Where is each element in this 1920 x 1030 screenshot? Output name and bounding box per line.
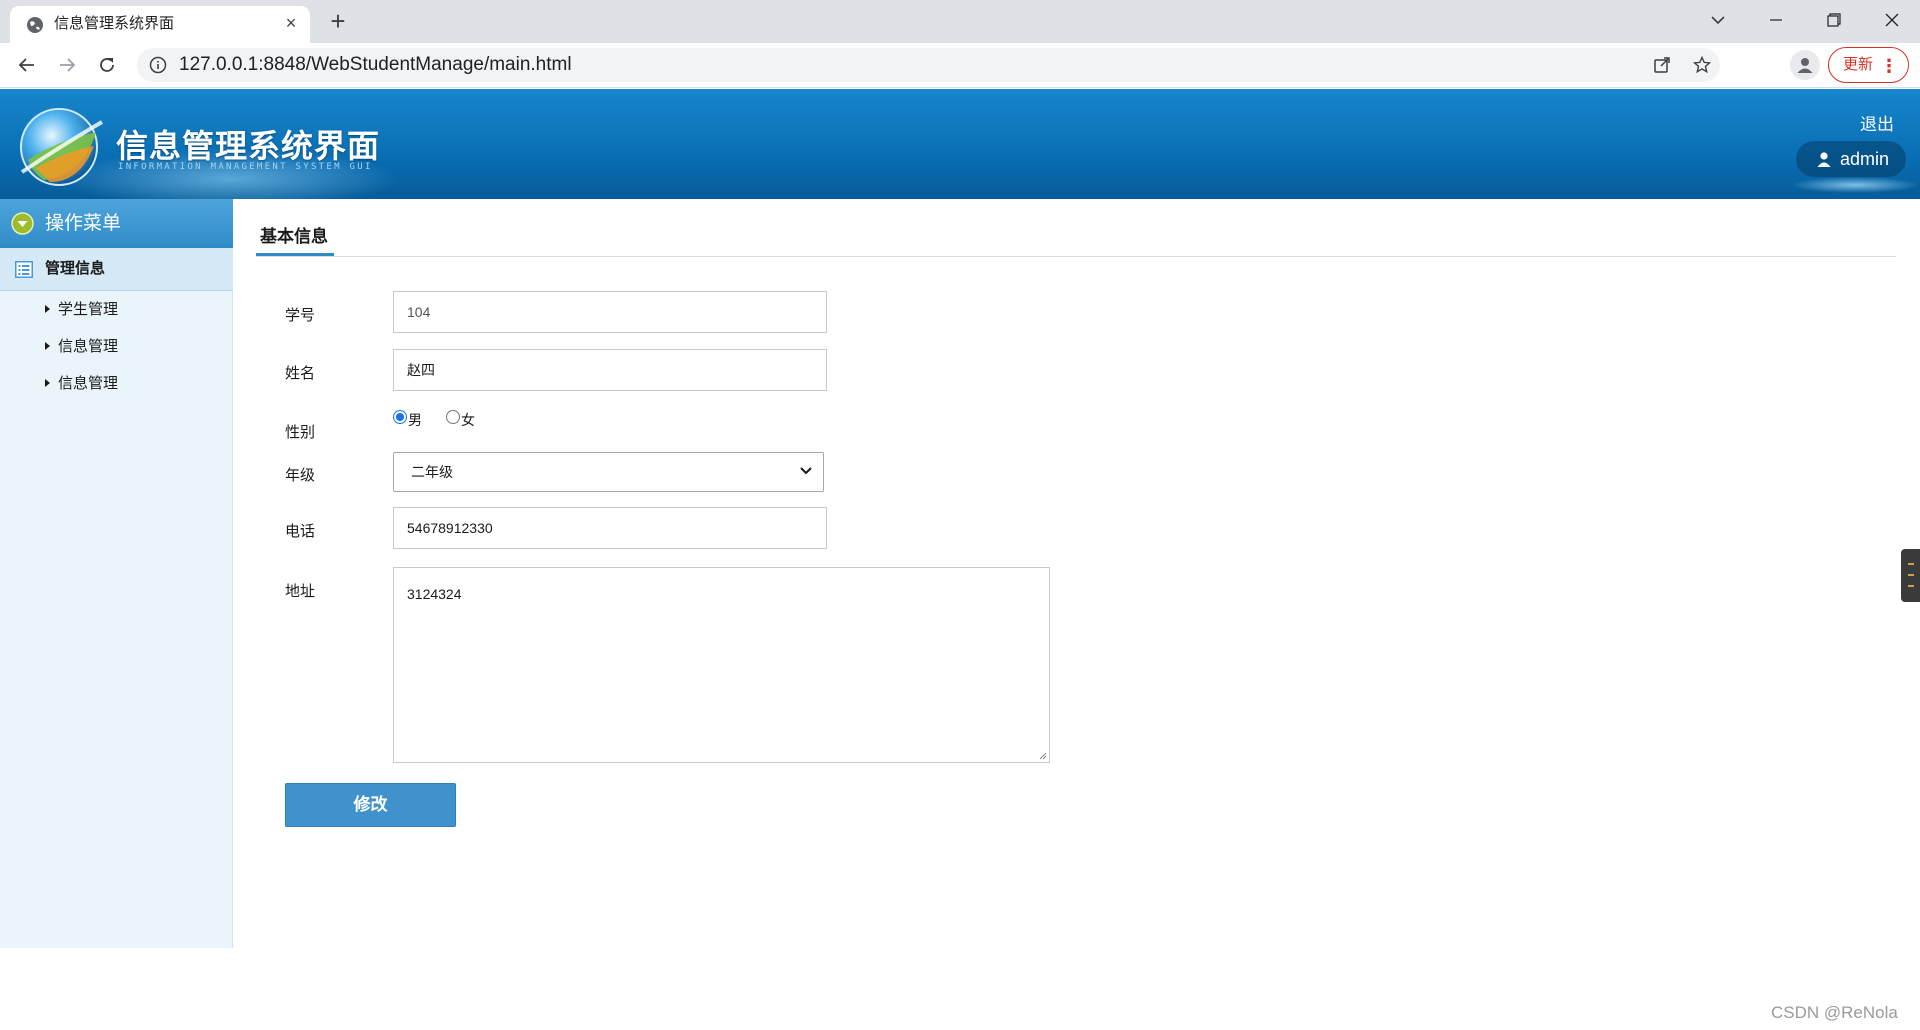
new-tab-button[interactable]: + [324, 8, 352, 36]
address-label: 地址 [285, 583, 316, 600]
gender-male-radio[interactable] [393, 410, 407, 424]
resize-grip-icon[interactable] [1037, 750, 1047, 760]
globe-logo-icon [20, 108, 104, 186]
sidebar-header[interactable]: 操作菜单 [0, 199, 233, 248]
list-icon [15, 261, 33, 278]
grade-select[interactable]: 二年级 [393, 452, 824, 492]
username: admin [1840, 149, 1890, 169]
sidebar-item-student-manage[interactable]: 学生管理 [45, 300, 118, 320]
back-arrow-icon[interactable] [12, 50, 42, 80]
student-id-input[interactable]: 104 [393, 291, 827, 333]
update-button[interactable]: 更新 ⋮ [1828, 47, 1909, 83]
student-id-label: 学号 [285, 307, 316, 324]
sidebar-item-info-manage-2[interactable]: 信息管理 [45, 374, 118, 394]
bookmark-star-icon[interactable] [1693, 56, 1711, 74]
restore-icon[interactable] [1806, 0, 1862, 40]
address-value: 3124324 [407, 586, 462, 602]
side-scroll-handle[interactable] [1901, 549, 1920, 602]
profile-avatar-icon[interactable] [1790, 50, 1820, 80]
brand-title: 信息管理系统界面 [116, 128, 381, 164]
gender-label: 性别 [285, 424, 316, 441]
gender-male-label[interactable]: 男 [408, 410, 422, 430]
browser-tab[interactable]: 信息管理系统界面 × [10, 6, 310, 43]
update-label: 更新 [1843, 56, 1874, 73]
tab-divider [256, 256, 1896, 257]
menu-toggle-icon [11, 212, 34, 235]
caret-right-icon [45, 305, 50, 313]
share-icon[interactable] [1653, 56, 1671, 74]
app-header: 信息管理系统界面 INFORMATION MANAGEMENT SYSTEM G… [0, 89, 1920, 199]
user-icon [1817, 152, 1831, 167]
sidebar-group-label: 管理信息 [45, 260, 106, 277]
sidebar: 操作菜单 管理信息 学生管理 信息管理 信息管理 [0, 199, 233, 948]
sidebar-item-label: 信息管理 [58, 375, 119, 392]
brand-subtitle: INFORMATION MANAGEMENT SYSTEM GUI [118, 162, 373, 172]
sidebar-item-info-manage[interactable]: 信息管理 [45, 337, 118, 357]
browser-toolbar: 127.0.0.1:8848/WebStudentManage/main.htm… [0, 43, 1920, 88]
tab-search-chevron-icon[interactable] [1690, 0, 1746, 40]
site-info-icon[interactable] [149, 56, 167, 74]
user-badge[interactable]: admin [1796, 141, 1906, 177]
sidebar-item-label: 学生管理 [58, 301, 119, 318]
window-close-icon[interactable] [1864, 0, 1920, 40]
name-label: 姓名 [285, 365, 316, 382]
phone-input[interactable]: 54678912330 [393, 507, 827, 549]
modify-button[interactable]: 修改 [285, 783, 456, 827]
address-textarea[interactable]: 3124324 [393, 567, 1050, 763]
gender-female-radio[interactable] [446, 410, 460, 424]
sidebar-heading: 操作菜单 [45, 213, 122, 234]
chevron-down-icon [800, 467, 812, 475]
tab-basic-info[interactable]: 基本信息 [260, 222, 328, 247]
caret-right-icon [45, 342, 50, 350]
grade-label: 年级 [285, 467, 316, 484]
badge-glow-decoration [1790, 177, 1920, 193]
name-input[interactable]: 赵四 [393, 349, 827, 391]
phone-label: 电话 [285, 523, 316, 540]
menu-dots-icon[interactable]: ⋮ [1880, 50, 1898, 83]
grade-selected-value: 二年级 [411, 464, 453, 480]
watermark: CSDN @ReNola [1771, 1003, 1898, 1022]
logout-link[interactable]: 退出 [1860, 110, 1894, 135]
reload-icon[interactable] [92, 50, 122, 80]
browser-tab-strip: 信息管理系统界面 × + [0, 0, 1920, 43]
globe-icon [27, 17, 43, 33]
forward-arrow-icon[interactable] [52, 50, 82, 80]
sidebar-group-manage-info[interactable]: 管理信息 [0, 248, 233, 291]
minimize-icon[interactable] [1748, 0, 1804, 40]
tab-title: 信息管理系统界面 [54, 15, 175, 32]
address-url[interactable]: 127.0.0.1:8848/WebStudentManage/main.htm… [179, 55, 572, 75]
caret-right-icon [45, 379, 50, 387]
sidebar-item-label: 信息管理 [58, 338, 119, 355]
gender-female-label[interactable]: 女 [461, 410, 475, 430]
tab-close-icon[interactable]: × [280, 12, 302, 34]
address-bar[interactable]: 127.0.0.1:8848/WebStudentManage/main.htm… [137, 48, 1720, 82]
